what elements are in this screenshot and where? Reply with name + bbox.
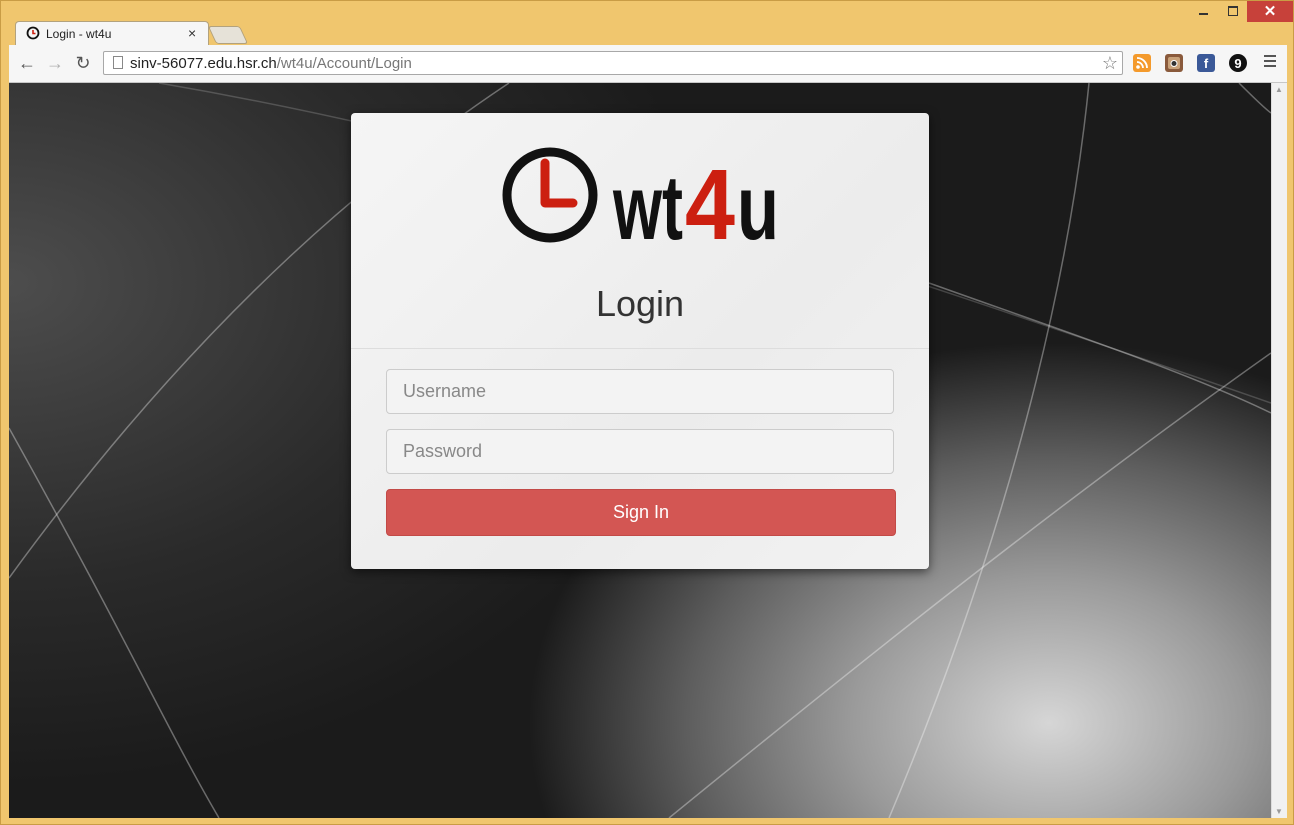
page-viewport: wt 4 u Login Sign In: [9, 83, 1271, 818]
new-tab-button[interactable]: [207, 26, 249, 44]
instagram-icon[interactable]: [1165, 54, 1183, 72]
nine-icon[interactable]: 9: [1229, 54, 1247, 72]
clock-favicon-icon: [26, 26, 40, 40]
logo-text-u: u: [737, 157, 779, 245]
login-card: wt 4 u Login Sign In: [351, 113, 929, 569]
minimize-icon: [1198, 13, 1208, 15]
browser-toolbar: ← → ↻ sinv-56077.edu.hsr.ch/wt4u/Account…: [9, 45, 1287, 83]
maximize-button[interactable]: [1219, 1, 1247, 21]
page-icon: [113, 56, 123, 69]
browser-window: ✕ Login - wt4u × ← → ↻ sinv-56077.edu.hs…: [0, 0, 1294, 825]
forward-icon[interactable]: →: [45, 53, 65, 73]
divider: [351, 348, 929, 349]
vertical-scrollbar[interactable]: ▲ ▼: [1271, 83, 1287, 818]
logo-text-wt: wt: [612, 157, 683, 245]
page-title: Login: [595, 283, 685, 324]
close-window-button[interactable]: ✕: [1247, 1, 1293, 22]
menu-icon[interactable]: [1264, 55, 1276, 70]
address-bar[interactable]: sinv-56077.edu.hsr.ch/wt4u/Account/Login…: [103, 51, 1123, 75]
tab-title: Login - wt4u: [46, 27, 112, 41]
wt4u-logo: wt 4 u: [502, 147, 779, 245]
sign-in-button[interactable]: Sign In: [386, 489, 896, 536]
tab-close-icon[interactable]: ×: [188, 25, 196, 41]
scroll-up-icon[interactable]: ▲: [1275, 85, 1283, 94]
url-text[interactable]: sinv-56077.edu.hsr.ch/wt4u/Account/Login: [130, 55, 412, 72]
close-icon: ✕: [1263, 3, 1277, 20]
url-path: /wt4u/Account/Login: [276, 55, 412, 72]
maximize-icon: [1228, 6, 1238, 16]
username-field[interactable]: [386, 369, 894, 414]
bookmark-star-icon[interactable]: ☆: [1102, 53, 1118, 74]
facebook-icon[interactable]: f: [1197, 54, 1215, 72]
back-icon[interactable]: ←: [17, 53, 37, 73]
minimize-button[interactable]: [1187, 1, 1219, 21]
rss-icon[interactable]: [1133, 54, 1151, 72]
reload-icon[interactable]: ↻: [73, 53, 93, 73]
url-host: sinv-56077.edu.hsr.ch: [130, 55, 277, 72]
logo-text-4: 4: [685, 149, 735, 245]
password-field[interactable]: [386, 429, 894, 474]
scroll-down-icon[interactable]: ▼: [1275, 807, 1283, 816]
tab-login[interactable]: Login - wt4u ×: [15, 21, 209, 45]
